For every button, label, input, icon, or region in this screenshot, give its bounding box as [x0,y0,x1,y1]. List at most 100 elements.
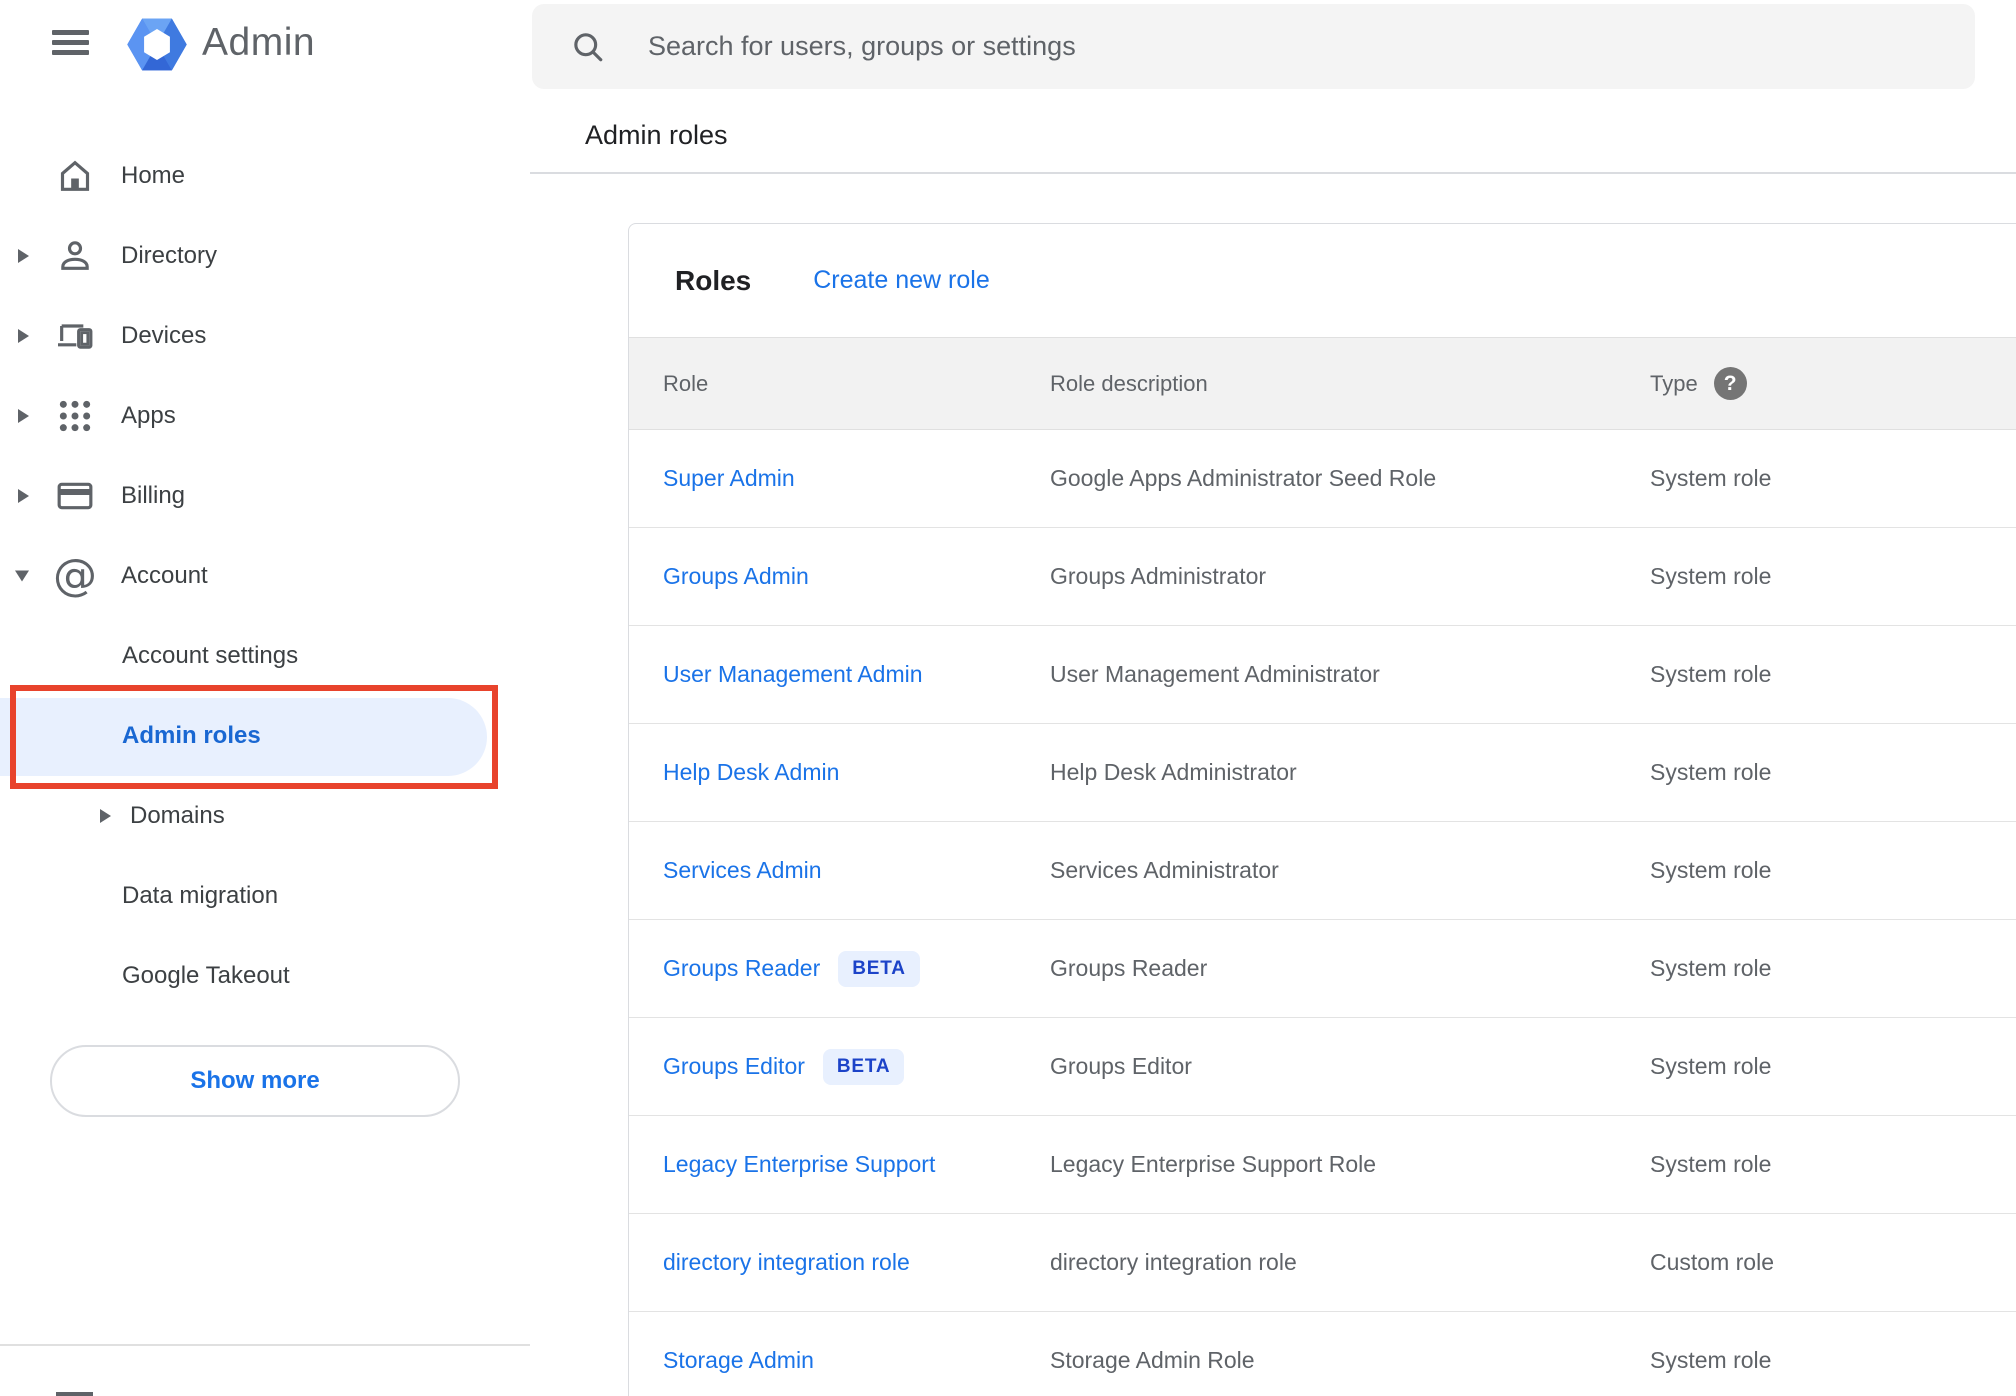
create-new-role-link[interactable]: Create new role [813,266,989,295]
role-type: System role [1650,1151,1772,1177]
table-row: Groups Reader BETA Groups Reader System … [629,920,2016,1018]
sidebar-item-domains[interactable]: Domains [0,776,530,856]
table-row: Groups Editor BETA Groups Editor System … [629,1018,2016,1116]
sidebar-item-label: Home [121,162,186,189]
sidebar-item-data-migration[interactable]: Data migration [0,856,530,936]
column-header-type: Type ? [1650,367,2016,400]
table-row: directory integration role directory int… [629,1214,2016,1312]
table-row: User Management Admin User Management Ad… [629,626,2016,724]
role-description: directory integration role [1050,1249,1297,1275]
role-cell: Help Desk Admin [663,759,1050,786]
role-link[interactable]: Groups Reader [663,955,820,982]
role-cell: User Management Admin [663,661,1050,688]
table-header-row: Role Role description Type ? [629,337,2016,430]
role-type: System role [1650,661,1772,687]
table-row: Services Admin Services Administrator Sy… [629,822,2016,920]
role-cell: Super Admin [663,465,1050,492]
clipped-sidebar-icon [56,1392,93,1396]
sidebar-item-label: Directory [121,242,218,269]
role-type: System role [1650,955,1772,981]
role-cell: Storage Admin [663,1347,1050,1374]
breadcrumb: Admin roles [585,120,728,150]
expand-arrow-icon [18,249,29,263]
sidebar-item-label: Domains [130,802,225,829]
sidebar-item-admin-roles[interactable]: Admin roles [0,696,530,776]
role-description: Groups Administrator [1050,563,1267,589]
roles-table-body: Super Admin Google Apps Administrator Se… [629,430,2016,1396]
role-type: System role [1650,563,1772,589]
role-cell: directory integration role [663,1249,1050,1276]
column-header-role-description: Role description [1050,370,1208,396]
sidebar-item-account[interactable]: @ Account [0,536,530,616]
sidebar-item-label: Account [121,562,208,589]
role-description: Storage Admin Role [1050,1347,1255,1373]
role-type: Custom role [1650,1249,1774,1275]
sidebar: Admin Home Directory Devices Apps Billin… [0,0,530,1396]
role-type: System role [1650,1053,1772,1079]
panel-title: Roles [675,264,752,296]
help-icon[interactable]: ? [1713,367,1747,400]
at-sign-icon: @ [53,550,97,601]
search-bar [532,4,1975,89]
role-type: System role [1650,857,1772,883]
column-header-type-label: Type [1650,370,1698,396]
sidebar-item-label: Devices [121,322,207,349]
role-description: User Management Administrator [1050,661,1380,687]
roles-panel-header: Roles Create new role [629,224,2016,337]
sidebar-item-devices[interactable]: Devices [0,296,530,376]
role-type: System role [1650,465,1772,491]
role-link[interactable]: Storage Admin [663,1347,814,1374]
role-cell: Groups Editor BETA [663,1048,1050,1085]
role-link[interactable]: Super Admin [663,465,795,492]
role-description: Google Apps Administrator Seed Role [1050,465,1437,491]
table-row: Storage Admin Storage Admin Role System … [629,1312,2016,1396]
role-link[interactable]: Help Desk Admin [663,759,839,786]
product-name: Admin [202,21,316,64]
sidebar-item-directory[interactable]: Directory [0,216,530,296]
beta-badge: BETA [838,950,920,987]
role-link[interactable]: Legacy Enterprise Support [663,1151,935,1178]
role-link[interactable]: User Management Admin [663,661,923,688]
role-link[interactable]: Groups Admin [663,563,809,590]
brand-bar: Admin [0,0,530,90]
breadcrumb-divider [530,172,2016,174]
sidebar-item-home[interactable]: Home [0,136,530,216]
role-cell: Groups Admin [663,563,1050,590]
hamburger-menu-icon[interactable] [52,30,89,55]
expand-arrow-icon [18,329,29,343]
roles-panel: Roles Create new role Role Role descript… [628,223,2016,1396]
sidebar-bottom-divider [0,1344,530,1346]
sidebar-item-label: Apps [121,402,176,429]
role-description: Groups Reader [1050,955,1208,981]
admin-logo-icon [126,16,188,73]
role-description: Help Desk Administrator [1050,759,1297,785]
role-type: System role [1650,759,1772,785]
sidebar-item-google-takeout[interactable]: Google Takeout [0,936,530,1016]
collapse-arrow-icon [15,570,29,582]
sidebar-item-billing[interactable]: Billing [0,456,530,536]
sidebar-item-account-settings[interactable]: Account settings [0,616,530,696]
table-row: Super Admin Google Apps Administrator Se… [629,430,2016,528]
sidebar-item-label: Data migration [122,882,279,909]
beta-badge: BETA [822,1048,905,1085]
credit-card-icon [54,475,96,517]
table-row: Help Desk Admin Help Desk Administrator … [629,724,2016,822]
role-cell: Groups Reader BETA [663,950,1050,987]
search-input[interactable] [646,30,1975,63]
sidebar-nav: Home Directory Devices Apps Billing @ Ac… [0,136,530,1016]
apps-grid-icon [54,395,96,437]
search-icon [570,29,606,65]
table-row: Groups Admin Groups Administrator System… [629,528,2016,626]
sidebar-item-apps[interactable]: Apps [0,376,530,456]
role-description: Services Administrator [1050,857,1279,883]
role-type: System role [1650,1347,1772,1373]
sidebar-item-label: Account settings [122,642,299,669]
role-link[interactable]: Services Admin [663,857,822,884]
person-icon [54,235,96,277]
show-more-button[interactable]: Show more [50,1045,460,1117]
role-link[interactable]: directory integration role [663,1249,910,1276]
role-link[interactable]: Groups Editor [663,1053,805,1080]
table-row: Legacy Enterprise Support Legacy Enterpr… [629,1116,2016,1214]
sidebar-item-label: Google Takeout [122,962,290,989]
role-cell: Services Admin [663,857,1050,884]
